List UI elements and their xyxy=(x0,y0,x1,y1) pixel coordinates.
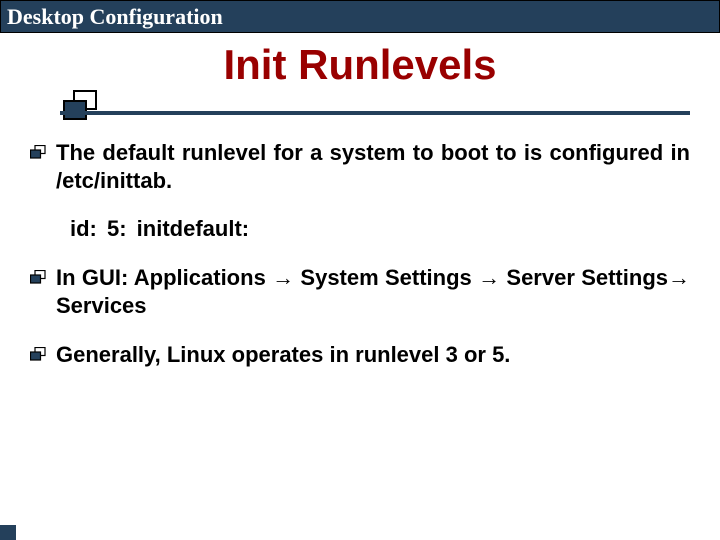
bullet-text: Generally, Linux operates in runlevel 3 … xyxy=(56,341,690,369)
bullet-box-icon xyxy=(30,145,46,159)
bullet-item: Generally, Linux operates in runlevel 3 … xyxy=(30,341,690,369)
corner-accent xyxy=(0,525,16,540)
banner: Desktop Configuration xyxy=(0,0,720,33)
slide-title: Init Runlevels xyxy=(0,41,720,89)
bullet-text: In GUI: Applications → System Settings →… xyxy=(56,264,690,319)
content-area: The default runlevel for a system to boo… xyxy=(0,129,720,369)
title-underline-decoration xyxy=(0,89,720,129)
bullet-text: The default runlevel for a system to boo… xyxy=(56,139,690,194)
horizontal-rule xyxy=(60,111,690,115)
banner-title: Desktop Configuration xyxy=(7,4,223,29)
code-line: id: 5: initdefault: xyxy=(70,216,690,242)
overlapping-squares-icon xyxy=(60,89,110,129)
bullet-item: The default runlevel for a system to boo… xyxy=(30,139,690,194)
bullet-box-icon xyxy=(30,347,46,361)
bullet-item: In GUI: Applications → System Settings →… xyxy=(30,264,690,319)
bullet-box-icon xyxy=(30,270,46,284)
